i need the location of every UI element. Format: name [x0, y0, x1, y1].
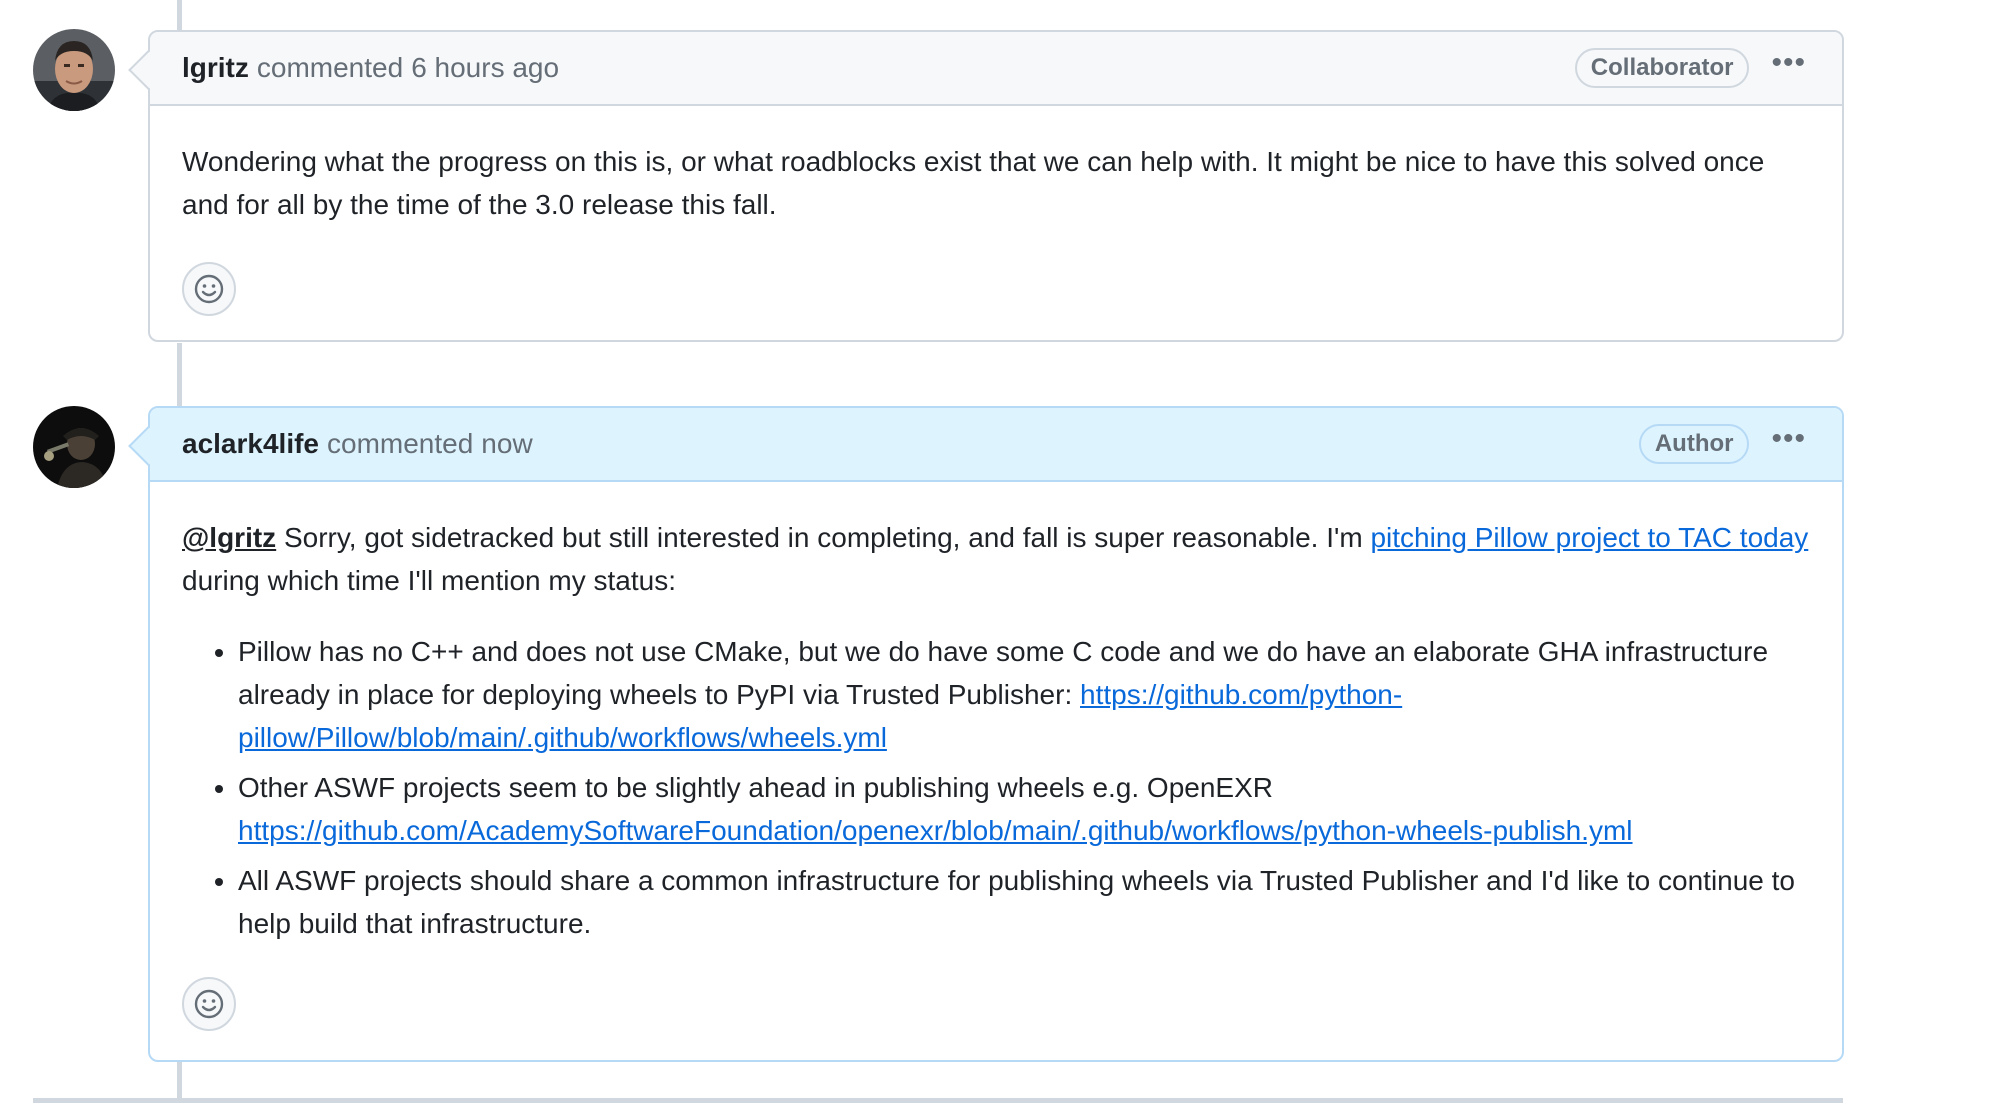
tac-pitch-link[interactable]: pitching Pillow project to TAC today: [1370, 522, 1808, 553]
smiley-icon: [194, 989, 224, 1019]
avatar[interactable]: [33, 29, 115, 111]
list-item-text: All ASWF projects should share a common …: [238, 865, 1796, 939]
user-mention-link[interactable]: @lgritz: [182, 522, 276, 553]
performer-silhouette-avatar-icon: [33, 406, 115, 488]
kebab-horizontal-icon[interactable]: •••: [1771, 424, 1806, 464]
timeline-line: [177, 1062, 182, 1102]
add-reaction-button[interactable]: [182, 262, 236, 316]
comment-header: aclark4life commented now Author •••: [128, 408, 1842, 482]
list-item: All ASWF projects should share a common …: [238, 859, 1810, 945]
comment-body: @lgritz Sorry, got sidetracked but still…: [150, 482, 1842, 1061]
intro-tail: during which time I'll mention my status…: [182, 565, 676, 596]
kebab-horizontal-icon[interactable]: •••: [1771, 48, 1806, 88]
comment-card: lgritz commented 6 hours ago Collaborato…: [128, 30, 1844, 342]
comment-author[interactable]: lgritz: [182, 52, 249, 84]
add-reaction-button[interactable]: [182, 977, 236, 1031]
comment-card: aclark4life commented now Author ••• @lg…: [128, 406, 1844, 1062]
comment-text: Wondering what the progress on this is, …: [182, 146, 1765, 220]
comment-action: commented: [256, 52, 404, 83]
list-item-text: Other ASWF projects seem to be slightly …: [238, 772, 1273, 803]
comment-action: commented: [327, 428, 474, 459]
comment-author[interactable]: aclark4life: [182, 428, 319, 460]
list-item-text: Pillow has no C++ and does not use CMake…: [238, 636, 1769, 710]
comment-intro: @lgritz Sorry, got sidetracked but still…: [182, 516, 1810, 602]
comment-body: Wondering what the progress on this is, …: [150, 106, 1842, 346]
openexr-workflow-link[interactable]: https://github.com/AcademySoftwareFounda…: [238, 815, 1633, 846]
role-badge: Author: [1638, 424, 1750, 464]
status-list: Pillow has no C++ and does not use CMake…: [182, 630, 1810, 945]
smiley-icon: [194, 274, 224, 304]
avatar[interactable]: [33, 406, 115, 488]
timeline-line: [177, 0, 182, 30]
comment-timestamp[interactable]: 6 hours ago: [411, 52, 559, 84]
role-badge: Collaborator: [1574, 48, 1750, 88]
comment-arrow: [128, 50, 168, 90]
timeline-divider: [33, 1098, 1843, 1103]
list-item: Pillow has no C++ and does not use CMake…: [238, 630, 1810, 759]
comment-timestamp[interactable]: now: [481, 428, 532, 460]
user-portrait-avatar-icon: [33, 29, 115, 111]
intro-text: Sorry, got sidetracked but still interes…: [276, 522, 1371, 553]
timeline-line: [177, 343, 182, 410]
comment-header: lgritz commented 6 hours ago Collaborato…: [128, 32, 1842, 106]
comment-arrow: [128, 426, 168, 466]
list-item: Other ASWF projects seem to be slightly …: [238, 766, 1810, 852]
